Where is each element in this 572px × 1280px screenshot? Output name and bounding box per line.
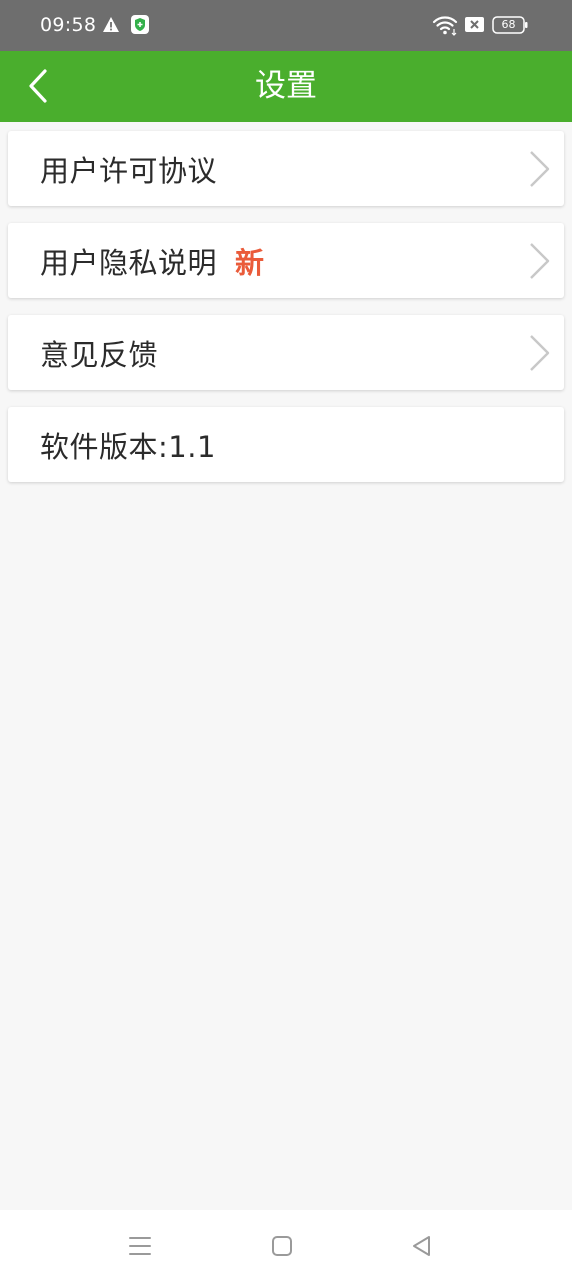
status-time: 09:58 (40, 14, 97, 36)
battery-level: 68 (501, 18, 516, 31)
home-icon[interactable] (268, 1232, 296, 1260)
menu-item-feedback[interactable]: 意见反馈 (8, 315, 564, 390)
page-title: 设置 (255, 68, 317, 104)
menu-item-label: 意见反馈 (40, 337, 159, 372)
menu-item-label: 用户许可协议 (40, 153, 218, 188)
chevron-right-icon (530, 151, 550, 187)
new-badge: 新 (235, 245, 265, 280)
menu-item-version: 软件版本:1.1 (8, 407, 564, 482)
menu-item-privacy[interactable]: 用户隐私说明 新 (8, 223, 564, 298)
sim-off-icon (465, 17, 484, 32)
status-bar: 09:58 68 (0, 0, 572, 51)
menu-icon[interactable] (126, 1232, 154, 1260)
chevron-left-icon (29, 69, 47, 103)
back-icon[interactable] (408, 1232, 436, 1260)
app-bar: 设置 (0, 51, 572, 122)
back-button[interactable] (14, 61, 62, 111)
chevron-right-icon (530, 243, 550, 279)
menu-item-license[interactable]: 用户许可协议 (8, 131, 564, 206)
shield-icon (131, 15, 149, 34)
version-label: 软件版本:1.1 (40, 429, 216, 464)
menu-item-label: 用户隐私说明 (40, 245, 218, 280)
system-nav-bar (0, 1210, 572, 1280)
warning-icon (103, 17, 119, 32)
wifi-icon (432, 16, 458, 36)
settings-list: 用户许可协议 用户隐私说明 新 意见反馈 软件版本:1.1 (8, 131, 564, 499)
chevron-right-icon (530, 335, 550, 371)
